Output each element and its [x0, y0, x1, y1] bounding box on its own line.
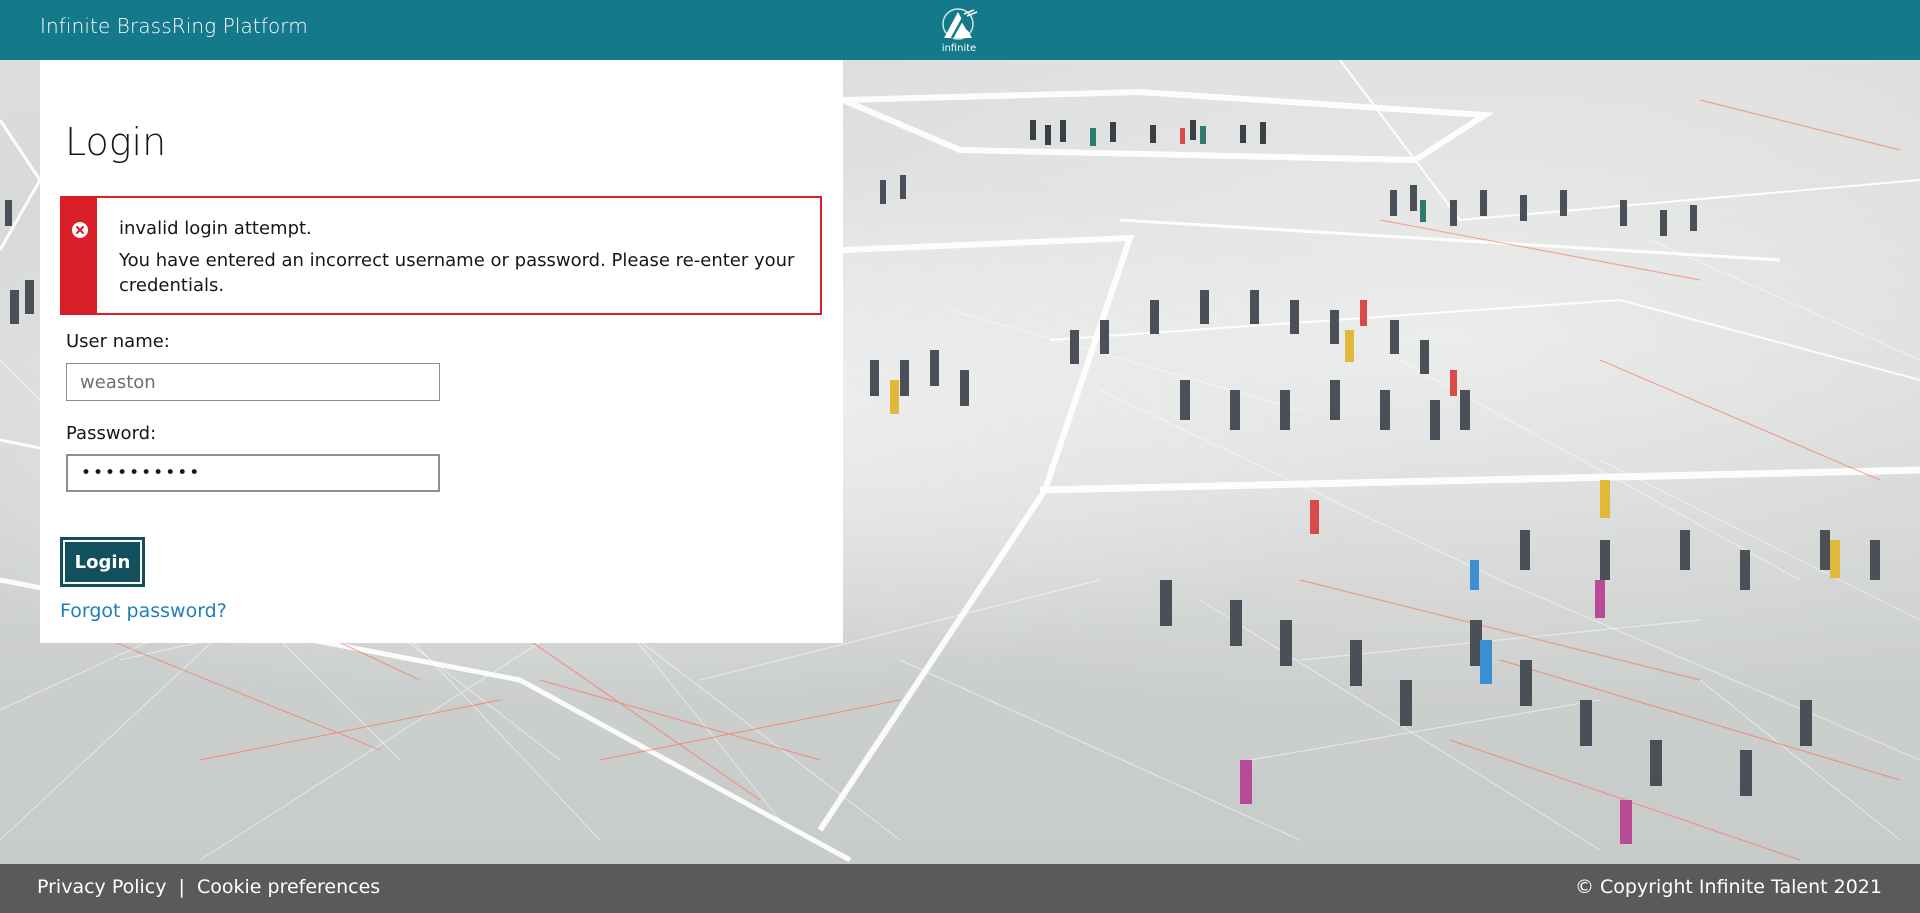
- footer-separator: |: [178, 876, 185, 898]
- username-input[interactable]: [66, 363, 440, 401]
- infinite-logo[interactable]: infinite: [934, 6, 984, 54]
- login-panel: Login invalid login attempt. You have en…: [40, 60, 843, 643]
- app-title: Infinite BrassRing Platform: [40, 14, 308, 38]
- page-title: Login: [65, 120, 167, 164]
- error-title: invalid login attempt.: [119, 218, 312, 239]
- footer: Privacy Policy | Cookie preferences © Co…: [0, 864, 1920, 913]
- password-input[interactable]: ••••••••••: [66, 454, 440, 492]
- copyright-text: © Copyright Infinite Talent 2021: [1575, 876, 1882, 898]
- password-label: Password:: [66, 423, 157, 444]
- logo-icon: [942, 8, 978, 40]
- footer-links: Privacy Policy | Cookie preferences: [37, 876, 380, 898]
- forgot-password-link[interactable]: Forgot password?: [60, 600, 227, 622]
- login-button[interactable]: Login: [60, 537, 145, 587]
- logo-text: infinite: [941, 43, 977, 54]
- error-message: You have entered an incorrect username o…: [119, 250, 795, 296]
- cookie-preferences-link[interactable]: Cookie preferences: [197, 876, 380, 898]
- privacy-policy-link[interactable]: Privacy Policy: [37, 876, 166, 898]
- username-label: User name:: [66, 331, 170, 352]
- top-header: Infinite BrassRing Platform infinite: [0, 0, 1920, 60]
- error-icon: [72, 222, 88, 238]
- error-strip: [62, 198, 97, 313]
- error-notification: invalid login attempt. You have entered …: [60, 196, 822, 315]
